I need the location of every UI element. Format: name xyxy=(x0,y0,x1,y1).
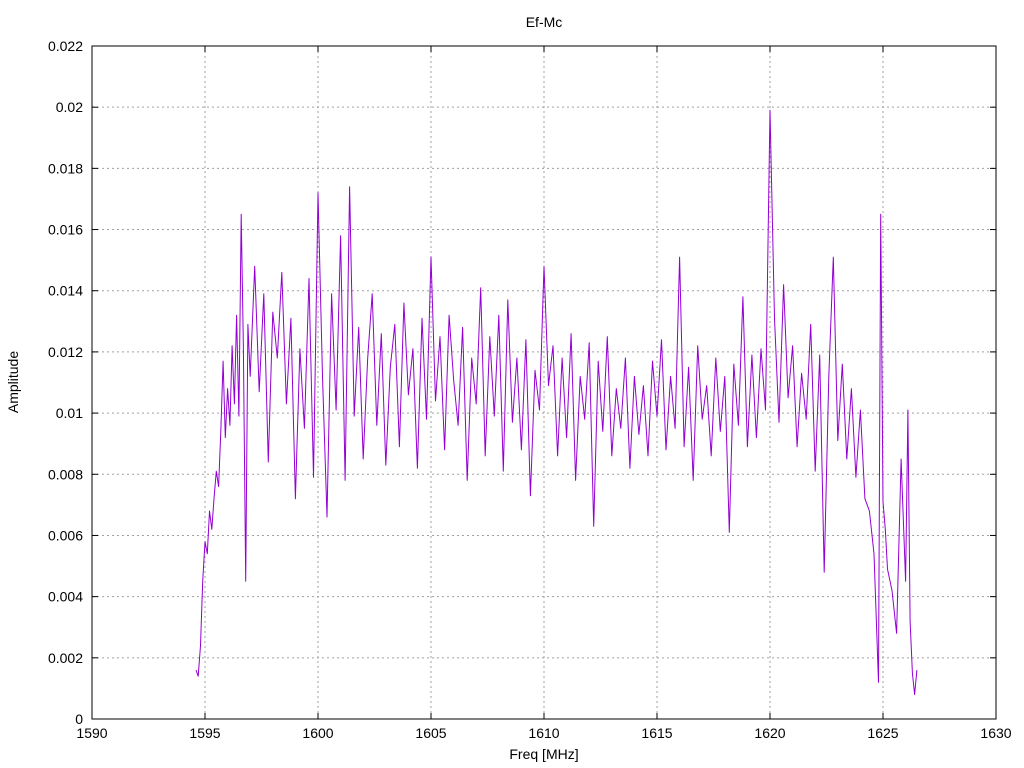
x-tick-label: 1590 xyxy=(76,725,107,741)
x-tick-label: 1615 xyxy=(641,725,672,741)
chart-container: 1590 1595 1600 1605 1610 1615 1620 1625 1630 0 0.0… xyxy=(0,0,1024,768)
x-tick-label: 1605 xyxy=(415,725,446,741)
y-tick-label: 0.01 xyxy=(56,405,83,421)
x-tick-label: 1595 xyxy=(189,725,220,741)
line-chart: 1590 1595 1600 1605 1610 1615 1620 1625 1630 0 0.0… xyxy=(0,0,1024,768)
y-tick-label: 0.002 xyxy=(48,650,83,666)
y-axis-label: Amplitude xyxy=(5,351,21,413)
x-tick-label: 1610 xyxy=(528,725,559,741)
y-tick-label: 0.008 xyxy=(48,466,83,482)
y-tick-label: 0.006 xyxy=(48,527,83,543)
chart-background xyxy=(0,0,1024,768)
y-tick-label: 0.016 xyxy=(48,222,83,238)
y-tick-label: 0.014 xyxy=(48,283,83,299)
x-tick-label: 1620 xyxy=(754,725,785,741)
y-tick-label: 0.022 xyxy=(48,38,83,54)
y-tick-label: 0.02 xyxy=(56,99,83,115)
x-tick-label: 1600 xyxy=(302,725,333,741)
y-tick-label: 0.018 xyxy=(48,160,83,176)
x-axis-label: Freq [MHz] xyxy=(509,746,578,762)
y-tick-label: 0.004 xyxy=(48,589,83,605)
y-tick-label: 0.012 xyxy=(48,344,83,360)
y-tick-label: 0 xyxy=(75,711,83,727)
x-tick-label: 1630 xyxy=(980,725,1011,741)
x-tick-label: 1625 xyxy=(867,725,898,741)
chart-title: Ef-Mc xyxy=(526,14,563,30)
